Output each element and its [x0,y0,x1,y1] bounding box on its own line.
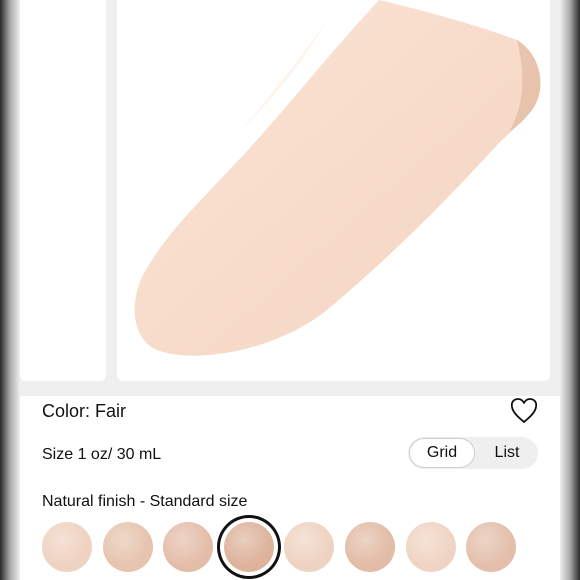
grid-view-button[interactable]: Grid [410,439,474,467]
list-view-button[interactable]: List [478,439,536,467]
view-toggle: Grid List [408,437,538,469]
foundation-swatch-image [134,0,541,356]
heart-icon[interactable] [509,397,539,425]
gallery-image-previous[interactable] [20,0,106,381]
shade-swatch[interactable] [102,522,153,572]
shade-swatch[interactable] [42,522,92,572]
shade-swatch[interactable] [466,522,517,572]
shade-swatch[interactable] [284,522,335,572]
gallery-image-main[interactable] [117,0,550,381]
product-screen: Color: Fair Size 1 oz/ 30 mL Grid List N… [20,0,560,580]
shade-swatch[interactable] [223,522,274,572]
shade-swatch[interactable] [345,522,395,572]
image-gallery[interactable] [20,0,560,396]
shade-swatch[interactable] [163,522,214,572]
color-name: Color: Fair [42,401,127,421]
shade-swatch[interactable] [405,522,456,572]
finish-label: Natural finish - Standard size [42,493,248,510]
size-label: Size 1 oz/ 30 mL [42,446,162,463]
